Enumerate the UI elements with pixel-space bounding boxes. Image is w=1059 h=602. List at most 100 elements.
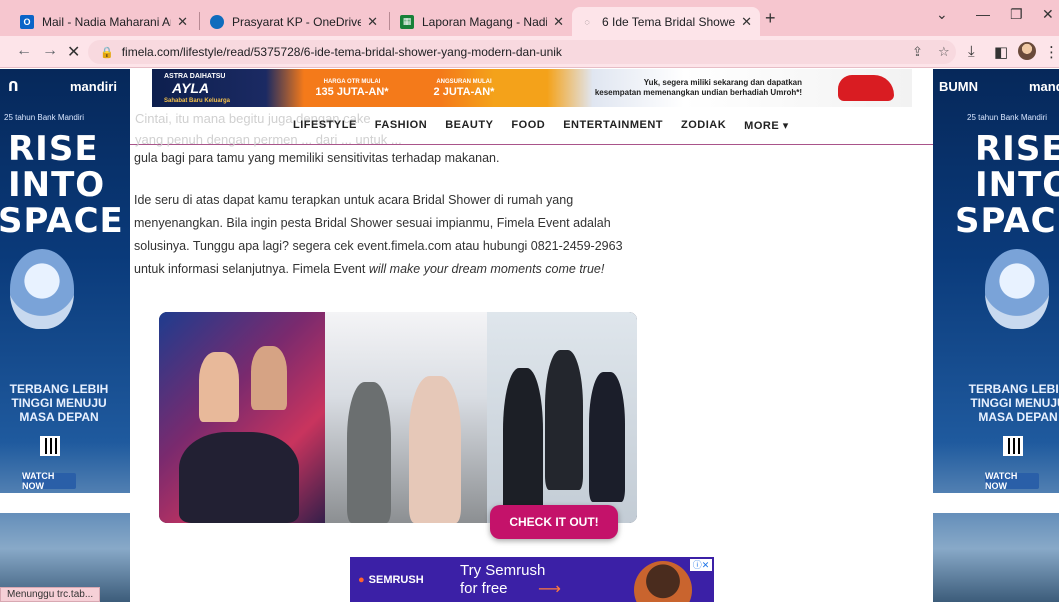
minimize-icon[interactable]: — xyxy=(976,6,990,22)
watch-now-button[interactable]: WATCH NOW xyxy=(985,471,1039,491)
semrush-tagline: Try Semrush for free xyxy=(460,562,545,598)
person-figure xyxy=(589,372,625,502)
ad-headline-2: INTO xyxy=(8,165,106,205)
tab-title: Mail - Nadia Maharani Ardiansi xyxy=(42,14,171,29)
tab-strip: O Mail - Nadia Maharani Ardiansi ✕ Prasy… xyxy=(0,0,1059,36)
ad-headline-3: SPACE xyxy=(0,201,124,241)
banner-promo-line2: kesempatan memenangkan undian berhadiah … xyxy=(594,88,802,97)
ad-brand-logo: mandiri xyxy=(1029,79,1059,94)
chevron-down-icon[interactable]: ⌄ xyxy=(936,6,948,23)
article-paragraph: Ide seru di atas dapat kamu terapkan unt… xyxy=(134,189,654,281)
semrush-ad[interactable]: ● SEMRUSH Try Semrush for free ⟶ ⓘ✕ xyxy=(350,557,714,602)
nav-links: LIFESTYLE FASHION BEAUTY FOOD ENTERTAINM… xyxy=(293,119,789,132)
onedrive-icon xyxy=(210,14,224,29)
outlook-icon: O xyxy=(20,14,34,29)
semrush-logo: ● SEMRUSH xyxy=(358,574,424,586)
semrush-logo-icon: ● xyxy=(358,574,365,586)
balloon-icon xyxy=(10,249,74,329)
check-it-out-button[interactable]: CHECK IT OUT! xyxy=(490,505,618,539)
person-figure xyxy=(179,432,299,523)
person-image xyxy=(634,561,692,602)
sheets-icon: ▦ xyxy=(400,14,414,29)
forward-icon[interactable]: → xyxy=(42,42,58,60)
ad-subline: TERBANG LEBIH TINGGI MENUJU MASA DEPAN xyxy=(0,382,124,424)
ad-tagline: 25 tahun Bank Mandiri xyxy=(967,113,1048,122)
qr-code-icon xyxy=(1003,436,1023,456)
close-icon[interactable]: ✕ xyxy=(741,14,752,30)
person-figure xyxy=(503,368,543,523)
tab-fimela[interactable]: ◌ 6 Ide Tema Bridal Shower yang ✕ xyxy=(572,7,760,36)
close-icon[interactable]: ✕ xyxy=(367,14,378,30)
nav-more[interactable]: MORE ▾ xyxy=(744,119,789,132)
semrush-logo-text: SEMRUSH xyxy=(368,574,424,586)
tab-title: Laporan Magang - Nadia - Goo xyxy=(422,14,547,29)
close-icon[interactable]: ✕ xyxy=(177,14,188,30)
back-icon[interactable]: ← xyxy=(16,42,32,60)
new-tab-icon[interactable]: + xyxy=(765,8,776,29)
tab-onedrive[interactable]: Prasyarat KP - OneDrive ✕ xyxy=(202,7,386,36)
ad-subline-2: TINGGI MENUJU xyxy=(970,396,1059,410)
browser-toolbar: ← → ✕ 🔒 fimela.com/lifestyle/read/537572… xyxy=(0,36,1059,68)
share-icon[interactable]: ⇪ xyxy=(912,44,923,60)
article-emphasis: will make your dream moments come true! xyxy=(368,262,605,276)
person-figure xyxy=(545,350,583,490)
left-side-ad[interactable]: ᑎ mandiri 25 tahun Bank Mandiri RISE INT… xyxy=(0,69,130,602)
arrow-right-icon: ⟶ xyxy=(538,581,561,598)
ad-tagline: 25 tahun Bank Mandiri xyxy=(4,113,85,122)
ad-bumn-logo: BUMN xyxy=(939,79,978,94)
ad-footer xyxy=(0,493,130,513)
address-bar[interactable]: 🔒 fimela.com/lifestyle/read/5375728/6-id… xyxy=(88,40,956,64)
banner-offer2: 2 JUTA-AN* xyxy=(433,86,495,98)
ad-headline-2: INTO xyxy=(975,165,1059,205)
ad-headline-1: RISE xyxy=(8,129,99,169)
banner-brand-tag: Sahabat Baru Keluarga xyxy=(164,98,231,104)
download-icon[interactable]: ⤓ xyxy=(968,43,975,60)
nav-lifestyle[interactable]: LIFESTYLE xyxy=(293,119,357,132)
person-figure xyxy=(347,382,391,523)
bridal-shower-photo xyxy=(159,312,637,523)
semrush-line1: Try Semrush xyxy=(460,562,546,579)
person-figure xyxy=(199,352,239,422)
url-text: fimela.com/lifestyle/read/5375728/6-ide-… xyxy=(121,45,562,59)
car-image xyxy=(838,75,894,101)
right-side-ad[interactable]: BUMN mandiri 25 tahun Bank Mandiri RISE … xyxy=(933,69,1059,602)
nav-zodiak[interactable]: ZODIAK xyxy=(681,119,726,132)
window-close-icon[interactable]: ✕ xyxy=(1042,6,1054,23)
ad-headline-1: RISE xyxy=(975,129,1059,169)
nav-food[interactable]: FOOD xyxy=(511,119,545,132)
menu-icon[interactable]: ⋮ xyxy=(1044,43,1059,61)
ad-subline-2: TINGGI MENUJU xyxy=(11,396,107,410)
party-photo-panel xyxy=(159,312,325,523)
tab-sheets[interactable]: ▦ Laporan Magang - Nadia - Goo ✕ xyxy=(392,7,572,36)
tab-separator xyxy=(389,12,390,30)
star-icon[interactable]: ☆ xyxy=(938,44,950,60)
tab-title: 6 Ide Tema Bridal Shower yang xyxy=(602,14,736,29)
close-icon[interactable]: ✕ xyxy=(553,14,564,30)
page-content: ASTRA DAIHATSU AYLA Sahabat Baru Keluarg… xyxy=(130,69,933,602)
ad-subline-1: TERBANG LEBIH xyxy=(9,382,109,396)
banner-offer1: 135 JUTA-AN* xyxy=(315,86,389,98)
planning-photo-panel xyxy=(487,312,637,523)
nav-entertainment[interactable]: ENTERTAINMENT xyxy=(563,119,663,132)
restore-icon[interactable]: ❐ xyxy=(1010,6,1023,23)
stop-icon[interactable]: ✕ xyxy=(67,42,80,62)
wedding-photo-panel xyxy=(325,312,487,523)
lock-icon: 🔒 xyxy=(100,46,114,59)
ad-subline-3: MASA DEPAN xyxy=(19,410,99,424)
balloon-icon xyxy=(985,249,1049,329)
faded-text-line2: yang penuh dengan permen ... dari ... un… xyxy=(135,132,402,147)
article-paragraph: gula bagi para tamu yang memiliki sensit… xyxy=(134,151,500,165)
tab-mail[interactable]: O Mail - Nadia Maharani Ardiansi ✕ xyxy=(12,7,196,36)
watch-now-button[interactable]: WATCH NOW xyxy=(22,471,76,491)
nav-beauty[interactable]: BEAUTY xyxy=(445,119,493,132)
daihatsu-banner-ad[interactable]: ASTRA DAIHATSU AYLA Sahabat Baru Keluarg… xyxy=(152,69,912,107)
semrush-line2: for free xyxy=(460,580,508,597)
tab-title: Prasyarat KP - OneDrive xyxy=(232,14,362,29)
nav-fashion[interactable]: FASHION xyxy=(375,119,427,132)
sidepanel-icon[interactable]: ◧ xyxy=(994,43,1008,61)
person-figure xyxy=(409,376,461,523)
ad-choices-icon[interactable]: ⓘ✕ xyxy=(690,559,712,571)
banner-promo: Yuk, segera miliki sekarang dan dapatkan… xyxy=(552,78,802,98)
ad-subline-1: TERBANG LEBIH xyxy=(968,382,1059,396)
profile-avatar[interactable] xyxy=(1018,42,1036,60)
